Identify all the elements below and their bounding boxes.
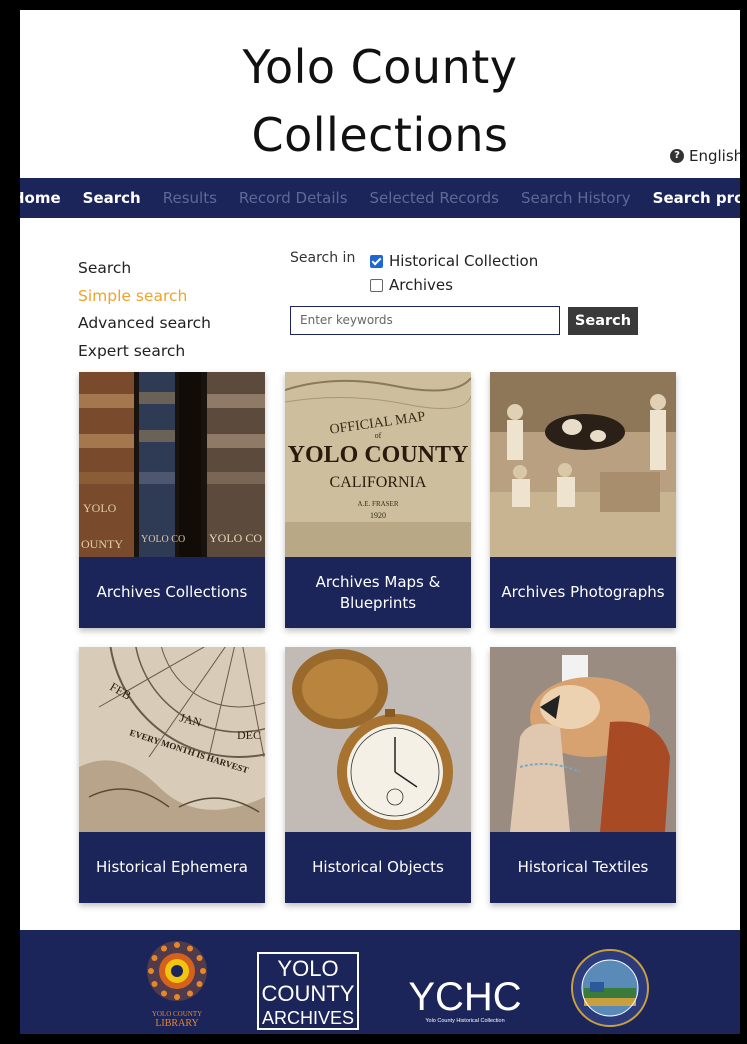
archives-logo-text: ARCHIVES [262,1008,354,1028]
card-archives-collections[interactable]: YOLO OUNTY YOLO CO YOLO CO Archives Coll… [79,372,265,628]
search-side-menu: Search Simple search Advanced search Exp… [78,255,211,365]
expert-search-link[interactable]: Expert search [78,338,211,366]
option-label: Archives [389,276,453,294]
map-text: A.E. FRASER [357,500,398,508]
spine-text: YOLO [83,501,117,515]
advanced-search-link[interactable]: Advanced search [78,310,211,338]
calendar-wheel-image: FEB JAN DEC EVERY MONTH IS HARVEST [79,647,265,832]
spine-text: OUNTY [81,537,123,551]
option-label: Historical Collection [389,252,539,270]
yolo-county-library-logo[interactable]: YOLO COUNTY LIBRARY [142,938,212,1029]
main-nav: Home Search Results Record Details Selec… [20,178,740,218]
card-label: Archives Maps & Blueprints [285,557,471,628]
search-in-label: Search in [290,250,356,266]
ychc-logo[interactable]: YCHC Yolo County Historical Collection [400,970,530,1025]
nav-home[interactable]: Home [20,189,61,207]
card-label: Historical Textiles [490,832,676,903]
archives-logo-text: YOLO [277,956,338,981]
checkbox-historical-collection[interactable] [370,254,383,268]
search-input[interactable]: Enter keywords [290,306,560,335]
card-label: Historical Ephemera [79,832,265,903]
nav-selected-records: Selected Records [369,189,499,207]
book-spines-image: YOLO OUNTY YOLO CO YOLO CO [79,372,265,557]
official-map-image: OFFICIAL MAP of YOLO COUNTY CALIFORNIA A… [285,372,471,557]
ychc-logo-text: YCHC [408,975,521,1019]
nav-search[interactable]: Search [83,189,141,207]
nav-search-history: Search History [520,189,631,207]
side-menu-heading: Search [78,259,132,277]
county-seal-logo[interactable] [570,948,650,1028]
nav-results: Results [162,189,217,207]
library-logo-text: YOLO COUNTY [152,1010,202,1018]
page: Yolo County Collections ? English Home S… [20,10,740,1034]
card-label: Historical Objects [285,832,471,903]
card-historical-ephemera[interactable]: FEB JAN DEC EVERY MONTH IS HARVEST Histo… [79,647,265,903]
archives-logo-text: COUNTY [262,981,355,1006]
pocket-watch-image [285,647,471,832]
card-label: Archives Photographs [490,557,676,628]
yolo-county-archives-logo[interactable]: YOLO COUNTY ARCHIVES [257,952,359,1030]
ychc-logo-subtext: Yolo County Historical Collection [425,1018,504,1024]
card-label: Archives Collections [79,557,265,628]
footer: YOLO COUNTY LIBRARY YOLO COUNTY ARCHIVES… [20,930,740,1034]
library-logo-text: LIBRARY [155,1018,198,1028]
site-title-line1: Yolo County [242,40,518,94]
card-historical-textiles[interactable]: Historical Textiles [490,647,676,903]
language-selector[interactable]: ? English [670,147,740,165]
search-button[interactable]: Search [568,307,638,335]
card-historical-objects[interactable]: Historical Objects [285,647,471,903]
sepia-photo-image [490,372,676,557]
nav-record-details: Record Details [238,189,348,207]
calendar-text: DEC [237,728,261,742]
map-text: YOLO COUNTY [288,442,469,468]
map-text: 1920 [370,511,386,520]
card-archives-maps-blueprints[interactable]: OFFICIAL MAP of YOLO COUNTY CALIFORNIA A… [285,372,471,628]
help-circle-icon: ? [670,149,684,163]
option-historical-collection[interactable]: Historical Collection [370,252,538,270]
map-text: CALIFORNIA [330,474,427,491]
spine-text: YOLO CO [141,534,185,545]
site-title-line2: Collections [251,108,509,162]
nav-search-profiles[interactable]: Search profiles [653,189,740,207]
map-text: of [375,431,382,440]
checkbox-archives[interactable] [370,278,383,292]
fur-stole-image [490,647,676,832]
option-archives[interactable]: Archives [370,276,453,294]
simple-search-link[interactable]: Simple search [78,283,211,311]
card-archives-photographs[interactable]: Archives Photographs [490,372,676,628]
spine-text: YOLO CO [209,531,262,545]
language-label: English [689,147,740,165]
